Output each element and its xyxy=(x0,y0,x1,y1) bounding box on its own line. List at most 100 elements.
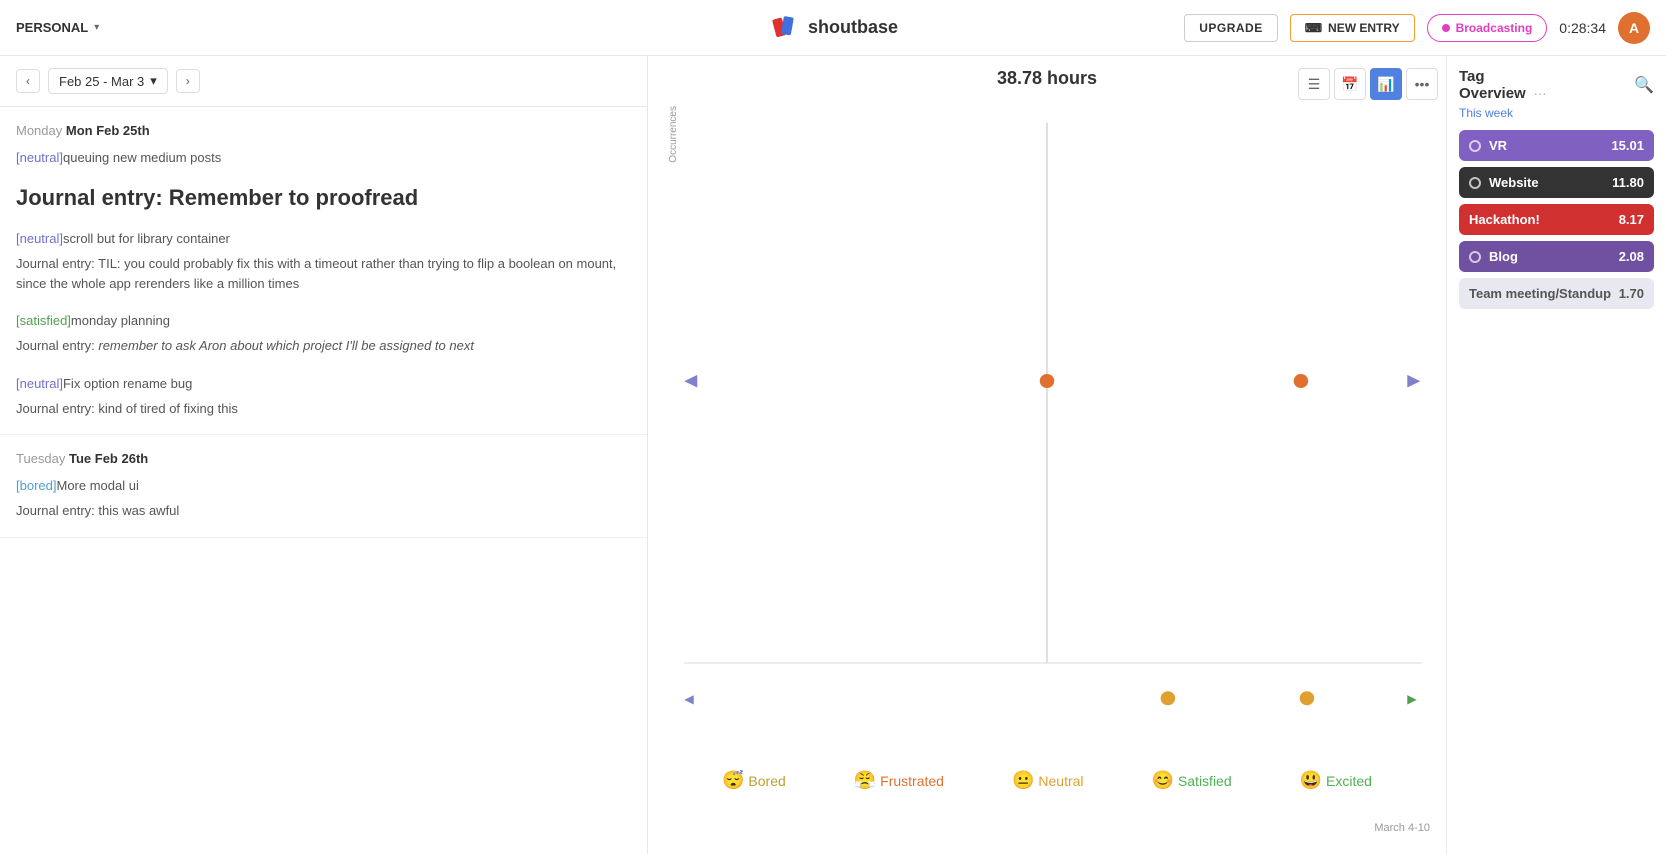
tag-item-left: Team meeting/Standup xyxy=(1469,286,1611,301)
excited-label: Excited xyxy=(1326,773,1372,789)
entry-neutral-scroll: [neutral]scroll but for library containe… xyxy=(16,231,631,293)
calendar-view-button[interactable]: 📅 xyxy=(1334,68,1366,100)
excited-emoji: 😃 xyxy=(1300,770,1322,791)
entry-text: Fix option rename bug xyxy=(63,376,192,391)
tag-overview-title-block: Tag Overview ··· xyxy=(1459,68,1547,102)
top-nav: PERSONAL ▾ shoutbase UPGRADE ⌨ NEW ENTRY… xyxy=(0,0,1666,56)
logo-icon xyxy=(768,12,800,44)
tag-bored-link[interactable]: [bored] xyxy=(16,478,56,493)
tag-overview-header: Tag Overview ··· 🔍 xyxy=(1459,68,1654,102)
right-panel: Tag Overview ··· 🔍 This week VR 15.01 We… xyxy=(1446,56,1666,854)
tag-dot-icon xyxy=(1469,251,1481,263)
tag-name: Blog xyxy=(1489,249,1518,264)
svg-text:▶: ▶ xyxy=(1407,371,1421,390)
march-date-label: March 4-10 xyxy=(1374,822,1430,834)
tag-dot-icon xyxy=(1469,140,1481,152)
this-week-label: This week xyxy=(1459,106,1654,120)
chart-svg: ◀ ▶ ◀ ▶ xyxy=(648,99,1446,757)
frustrated-label: Frustrated xyxy=(880,773,944,789)
entry-line: [neutral]Fix option rename bug xyxy=(16,376,631,391)
tag-title: Tag xyxy=(1459,68,1485,85)
chart-area: ◀ ▶ ◀ ▶ xyxy=(648,99,1446,757)
frustrated-emoji: 😤 xyxy=(854,770,876,791)
mood-excited: 😃 Excited xyxy=(1300,770,1372,791)
entry-satisfied-monday: [satisfied]monday planning Journal entry… xyxy=(16,313,631,356)
neutral-emoji: 😐 xyxy=(1012,770,1034,791)
tag-item-vr[interactable]: VR 15.01 xyxy=(1459,130,1654,161)
nav-left: PERSONAL ▾ xyxy=(16,20,99,35)
tag-name: VR xyxy=(1489,138,1507,153)
keyboard-icon: ⌨ xyxy=(1305,21,1322,35)
workspace-label: PERSONAL xyxy=(16,20,88,35)
avatar[interactable]: A xyxy=(1618,12,1650,44)
new-entry-button[interactable]: ⌨ NEW ENTRY xyxy=(1290,14,1415,42)
day-section-tuesday: Tuesday Tue Feb 26th [bored]More modal u… xyxy=(0,435,647,538)
tag-overview-dots[interactable]: ··· xyxy=(1534,86,1547,101)
prev-week-button[interactable]: ‹ xyxy=(16,69,40,93)
entry-neutral-queuing: [neutral]queuing new medium posts xyxy=(16,150,631,165)
day-date: Tue Feb 26th xyxy=(69,451,148,466)
tag-item-left: Blog xyxy=(1469,249,1518,264)
entry-neutral-fix: [neutral]Fix option rename bug Journal e… xyxy=(16,376,631,419)
entry-line: [neutral]scroll but for library containe… xyxy=(16,231,631,246)
nav-center: shoutbase xyxy=(768,12,898,44)
entry-journal-text: Journal entry: TIL: you could probably f… xyxy=(16,254,631,293)
mood-satisfied: 😊 Satisfied xyxy=(1152,770,1232,791)
svg-text:◀: ◀ xyxy=(684,692,694,706)
entry-journal-text: Journal entry: kind of tired of fixing t… xyxy=(16,399,631,419)
broadcast-dot-icon xyxy=(1442,24,1450,32)
entry-text: queuing new medium posts xyxy=(63,150,221,165)
tag-satisfied-link[interactable]: [satisfied] xyxy=(16,313,71,328)
broadcasting-button[interactable]: Broadcasting xyxy=(1427,14,1548,42)
day-name: Monday xyxy=(16,123,66,138)
tag-item-left: VR xyxy=(1469,138,1507,153)
tag-hours: 1.70 xyxy=(1619,286,1644,301)
tag-item-meeting[interactable]: Team meeting/Standup 1.70 xyxy=(1459,278,1654,309)
entry-journal-text: Journal entry: remember to ask Aron abou… xyxy=(16,336,631,356)
left-panel: ‹ Feb 25 - Mar 3 ▾ › Monday Mon Feb 25th… xyxy=(0,56,648,854)
tag-hours: 15.01 xyxy=(1611,138,1644,153)
upgrade-button[interactable]: UPGRADE xyxy=(1184,14,1278,42)
week-range-selector[interactable]: Feb 25 - Mar 3 ▾ xyxy=(48,68,168,94)
tag-hours: 8.17 xyxy=(1619,212,1644,227)
mood-neutral: 😐 Neutral xyxy=(1012,770,1084,791)
entry-journal-text: Journal entry: this was awful xyxy=(16,501,631,521)
entry-line: [bored]More modal ui xyxy=(16,478,631,493)
next-week-button[interactable]: › xyxy=(176,69,200,93)
tag-item-blog[interactable]: Blog 2.08 xyxy=(1459,241,1654,272)
brand-name: shoutbase xyxy=(808,17,898,38)
neutral-label: Neutral xyxy=(1038,773,1083,789)
tag-item-website[interactable]: Website 11.80 xyxy=(1459,167,1654,198)
tag-item-hackathon[interactable]: Hackathon! 8.17 xyxy=(1459,204,1654,235)
day-header-monday: Monday Mon Feb 25th xyxy=(16,123,631,138)
workspace-chevron-icon[interactable]: ▾ xyxy=(94,22,99,33)
entry-line: [satisfied]monday planning xyxy=(16,313,631,328)
satisfied-label: Satisfied xyxy=(1178,773,1232,789)
entry-line: [neutral]queuing new medium posts xyxy=(16,150,631,165)
tag-name: Team meeting/Standup xyxy=(1469,286,1611,301)
svg-text:◀: ◀ xyxy=(684,371,698,390)
more-options-button[interactable]: ••• xyxy=(1406,68,1438,100)
tag-neutral-link[interactable]: [neutral] xyxy=(16,231,63,246)
entry-text: monday planning xyxy=(71,313,170,328)
nav-right: UPGRADE ⌨ NEW ENTRY Broadcasting 0:28:34… xyxy=(1184,12,1650,44)
mood-frustrated: 😤 Frustrated xyxy=(854,770,944,791)
tag-neutral-link[interactable]: [neutral] xyxy=(16,376,63,391)
svg-text:▶: ▶ xyxy=(1407,692,1417,706)
chart-view-button[interactable]: 📊 xyxy=(1370,68,1402,100)
main-layout: ‹ Feb 25 - Mar 3 ▾ › Monday Mon Feb 25th… xyxy=(0,56,1666,854)
tag-item-left: Website xyxy=(1469,175,1539,190)
tag-neutral-link[interactable]: [neutral] xyxy=(16,150,63,165)
list-view-button[interactable]: ☰ xyxy=(1298,68,1330,100)
timer-display: 0:28:34 xyxy=(1559,20,1606,36)
tag-subtitle: Overview xyxy=(1459,85,1526,102)
tag-search-icon[interactable]: 🔍 xyxy=(1634,75,1654,95)
bored-label: Bored xyxy=(748,773,785,789)
chart-panel: 38.78 hours ☰ 📅 📊 ••• Occurrences ◀ xyxy=(648,56,1446,854)
satisfied-emoji: 😊 xyxy=(1152,770,1174,791)
day-name: Tuesday xyxy=(16,451,69,466)
entry-bored-modal: [bored]More modal ui Journal entry: this… xyxy=(16,478,631,521)
tag-name: Hackathon! xyxy=(1469,212,1540,227)
mood-legend: 😴 Bored 😤 Frustrated 😐 Neutral 😊 Satisfi… xyxy=(648,762,1446,799)
tag-item-left: Hackathon! xyxy=(1469,212,1540,227)
